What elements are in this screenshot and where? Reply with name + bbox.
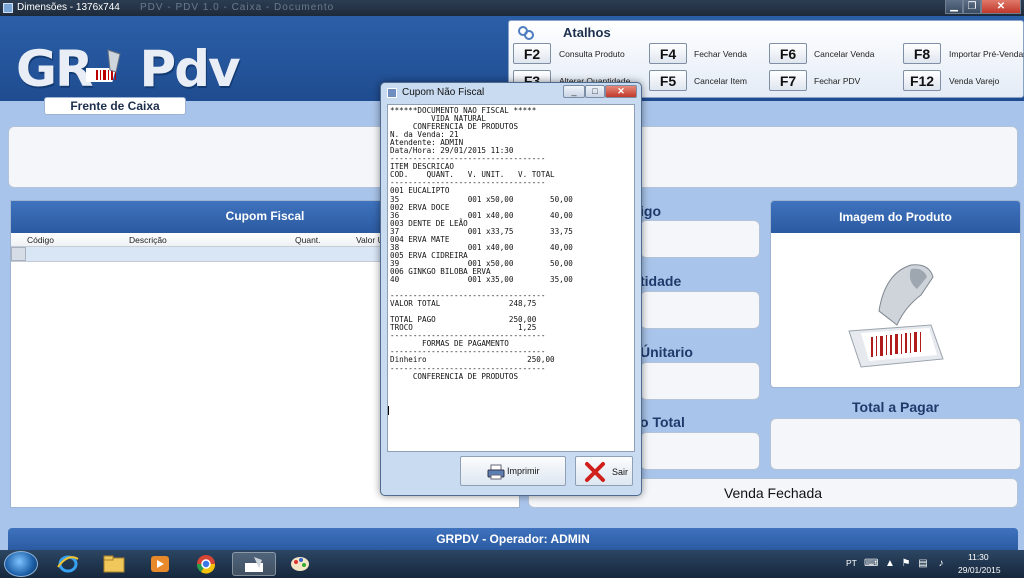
- shortcut-label-importar-pre-vendas: Importar Pré-Vendas: [949, 49, 1024, 59]
- internet-explorer-icon[interactable]: [46, 552, 90, 576]
- shortcut-label-consulta-produto: Consulta Produto: [559, 49, 625, 59]
- windows-taskbar: PT ⌨ ▲ ⚑ ▤ ♪ 11:30 29/01/2015: [0, 550, 1024, 578]
- barcode-scanner-image: [848, 264, 944, 368]
- app-window-icon: [3, 3, 13, 13]
- dialog-title: Cupom Não Fiscal: [402, 87, 485, 98]
- logo-text-left: GR: [16, 40, 94, 98]
- printer-icon: [487, 464, 505, 480]
- column-header-quant[interactable]: Quant.: [295, 235, 321, 245]
- minimize-button[interactable]: ▁: [945, 0, 963, 14]
- volume-icon[interactable]: ♪: [935, 558, 947, 569]
- text-caret: [388, 406, 389, 415]
- window-title-bar: Dimensões - 1376x744 PDV - PDV 1.0 - Cai…: [0, 0, 1024, 16]
- media-player-icon[interactable]: [138, 552, 182, 576]
- language-indicator[interactable]: PT: [846, 558, 857, 568]
- quantidade-label: tidade: [640, 273, 682, 289]
- shortcut-key-f12[interactable]: F12: [903, 70, 941, 91]
- row-selector[interactable]: [11, 247, 26, 261]
- product-image-title: Imagem do Produto: [771, 201, 1020, 233]
- codigo-field[interactable]: [640, 220, 760, 258]
- clock-time[interactable]: 11:30: [968, 552, 989, 562]
- quantidade-field[interactable]: [640, 291, 760, 329]
- shortcut-label-cancelar-venda: Cancelar Venda: [814, 49, 875, 59]
- total-a-pagar-display: [770, 418, 1021, 470]
- shortcut-key-f2[interactable]: F2: [513, 43, 551, 64]
- start-button[interactable]: [4, 551, 38, 577]
- keyboard-icon[interactable]: ⌨: [864, 558, 878, 569]
- close-button[interactable]: ✕: [981, 0, 1021, 14]
- show-hidden-icons-icon[interactable]: ▲: [884, 558, 896, 569]
- dialog-minimize-button[interactable]: _: [563, 85, 585, 98]
- shortcut-key-f5[interactable]: F5: [649, 70, 687, 91]
- receipt-text-area[interactable]: ******DOCUMENTO NAO FISCAL ***** VIDA NA…: [387, 104, 635, 452]
- dialog-maximize-button[interactable]: □: [585, 85, 605, 98]
- window-title: Dimensões - 1376x744: [17, 2, 120, 13]
- shortcut-key-f7[interactable]: F7: [769, 70, 807, 91]
- paint-icon[interactable]: [278, 552, 322, 576]
- action-center-flag-icon[interactable]: ⚑: [900, 558, 912, 569]
- dialog-close-button[interactable]: ✕: [605, 85, 637, 98]
- clock-date[interactable]: 29/01/2015: [958, 565, 1001, 575]
- maximize-button[interactable]: ❐: [963, 0, 981, 14]
- folder-icon[interactable]: [92, 552, 136, 576]
- shortcut-label-fechar-venda: Fechar Venda: [694, 49, 747, 59]
- link-icon: [518, 26, 534, 40]
- receipt-text: ******DOCUMENTO NAO FISCAL ***** VIDA NA…: [390, 106, 573, 381]
- valor-total-label: o Total: [640, 414, 685, 430]
- valor-unitario-label: Únitario: [640, 344, 693, 360]
- codigo-label: igo: [640, 203, 661, 219]
- valor-total-field[interactable]: [640, 432, 760, 470]
- dialog-title-bar: Cupom Não Fiscal _ □ ✕: [381, 83, 641, 103]
- network-icon[interactable]: ▤: [917, 558, 929, 569]
- product-image-panel: Imagem do Produto: [770, 200, 1021, 388]
- imprimir-button[interactable]: Imprimir: [460, 456, 566, 486]
- total-a-pagar-label: Total a Pagar: [852, 399, 939, 415]
- valor-unitario-field[interactable]: [640, 362, 760, 400]
- column-header-codigo[interactable]: Código: [27, 235, 54, 245]
- barcode-scanner-logo-icon: [86, 49, 121, 82]
- imprimir-label: Imprimir: [507, 466, 540, 476]
- shortcut-label-fechar-pdv: Fechar PDV: [814, 76, 861, 86]
- shortcut-key-f6[interactable]: F6: [769, 43, 807, 64]
- grpdv-taskbar-icon[interactable]: [232, 552, 276, 576]
- chrome-icon[interactable]: [184, 552, 228, 576]
- shortcut-label-cancelar-item: Cancelar Item: [694, 76, 747, 86]
- operator-footer: GRPDV - Operador: ADMIN: [8, 528, 1018, 550]
- frente-de-caixa-label: Frente de Caixa: [44, 97, 186, 115]
- background-window-titles: PDV - PDV 1.0 - Caixa - Documento: [140, 2, 335, 13]
- atalhos-title: Atalhos: [563, 25, 611, 40]
- column-header-descricao[interactable]: Descrição: [129, 235, 167, 245]
- cupom-nao-fiscal-dialog: Cupom Não Fiscal _ □ ✕ ******DOCUMENTO N…: [380, 82, 642, 496]
- logo-text-right: Pdv: [139, 40, 241, 98]
- shortcut-label-venda-varejo: Venda Varejo: [949, 76, 1000, 86]
- sair-label: Sair: [612, 467, 629, 477]
- sair-button[interactable]: Sair: [575, 456, 633, 486]
- shortcut-key-f4[interactable]: F4: [649, 43, 687, 64]
- dialog-app-icon: [387, 88, 397, 98]
- red-x-icon: [585, 462, 605, 482]
- shortcut-key-f8[interactable]: F8: [903, 43, 941, 64]
